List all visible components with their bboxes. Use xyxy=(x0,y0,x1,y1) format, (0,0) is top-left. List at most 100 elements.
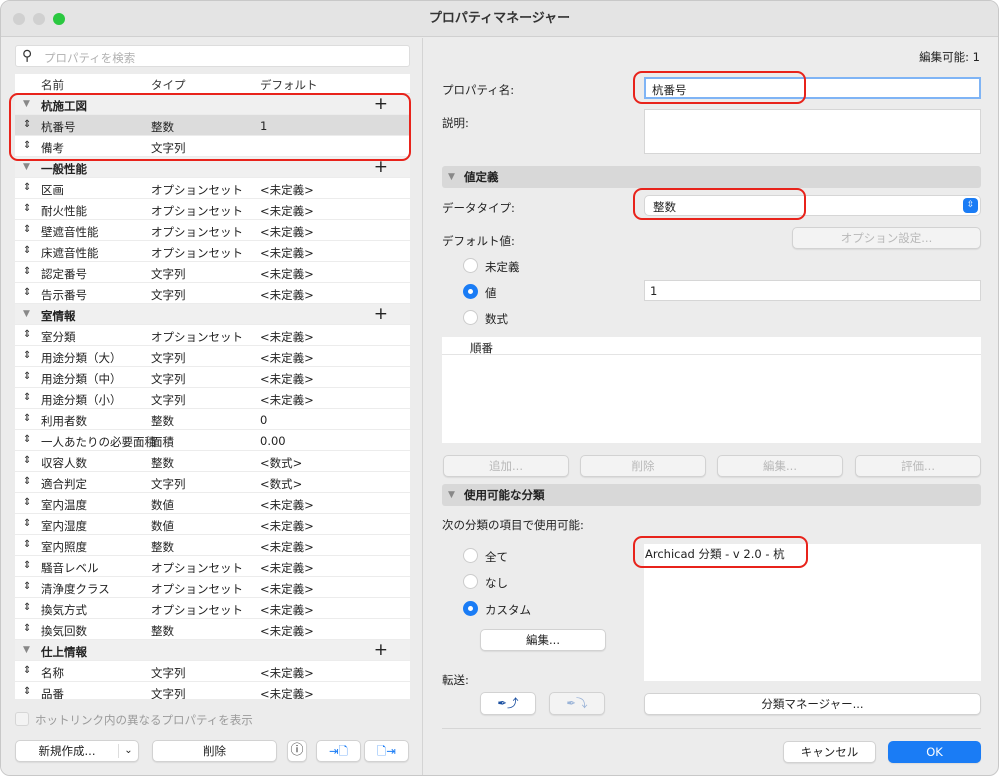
classification-item[interactable]: Archicad 分類 - v 2.0 - 杭 xyxy=(645,547,785,561)
chevron-down-icon[interactable]: ⌄ xyxy=(118,744,138,758)
drag-handle-icon[interactable]: ⇕ xyxy=(23,497,31,508)
table-row[interactable]: ⇕ 利用者数 整数 0 xyxy=(15,409,410,430)
drag-handle-icon[interactable]: ⇕ xyxy=(23,182,31,193)
info-icon[interactable]: ⓘ xyxy=(287,740,307,762)
export-icon[interactable]: 🗋⇥ xyxy=(364,740,409,762)
table-row[interactable]: ⇕ 床遮音性能 オプションセット <未定義> xyxy=(15,241,410,262)
table-row[interactable]: ⇕ 壁遮音性能 オプションセット <未定義> xyxy=(15,220,410,241)
drag-handle-icon[interactable]: ⇕ xyxy=(23,539,31,550)
table-row[interactable]: ⇕ 区画 オプションセット <未定義> xyxy=(15,178,410,199)
ok-button[interactable]: OK xyxy=(888,741,981,763)
drag-handle-icon[interactable]: ⇕ xyxy=(23,455,31,466)
radio-all[interactable] xyxy=(463,548,478,563)
radio-none[interactable] xyxy=(463,574,478,589)
group-row[interactable]: ▼ 一般性能 + xyxy=(15,157,410,178)
drag-handle-icon[interactable]: ⇕ xyxy=(23,371,31,382)
column-name[interactable]: 名前 xyxy=(41,77,64,93)
table-row[interactable]: ⇕ 清浄度クラス オプションセット <未定義> xyxy=(15,577,410,598)
drag-handle-icon[interactable]: ⇕ xyxy=(23,434,31,445)
property-name-input[interactable]: 杭番号 xyxy=(644,77,981,99)
drag-handle-icon[interactable]: ⇕ xyxy=(23,287,31,298)
drag-handle-icon[interactable]: ⇕ xyxy=(23,518,31,529)
zoom-window-button[interactable] xyxy=(53,13,65,25)
disclosure-triangle-icon[interactable]: ▼ xyxy=(23,309,30,319)
table-row[interactable]: ⇕ 一人あたりの必要面積 面積 0.00 xyxy=(15,430,410,451)
drag-handle-icon[interactable]: ⇕ xyxy=(23,119,31,130)
plus-icon[interactable]: + xyxy=(374,640,388,660)
table-row[interactable]: ⇕ 名称 文字列 <未定義> xyxy=(15,661,410,682)
delete-button[interactable]: 削除 xyxy=(152,740,277,762)
import-icon[interactable]: ⇥🗋 xyxy=(316,740,361,762)
drag-handle-icon[interactable]: ⇕ xyxy=(23,686,31,697)
table-row[interactable]: ⇕ 収容人数 整数 <数式> xyxy=(15,451,410,472)
plus-icon[interactable]: + xyxy=(374,94,388,114)
table-row[interactable]: ⇕ 用途分類（中） 文字列 <未定義> xyxy=(15,367,410,388)
drag-handle-icon[interactable]: ⇕ xyxy=(23,203,31,214)
eyedropper-inject-icon[interactable]: ✒⤵ xyxy=(549,692,605,715)
drag-handle-icon[interactable]: ⇕ xyxy=(23,224,31,235)
plus-icon[interactable]: + xyxy=(374,304,388,324)
column-default[interactable]: デフォルト xyxy=(260,77,318,93)
drag-handle-icon[interactable]: ⇕ xyxy=(23,266,31,277)
delete-option-button[interactable]: 削除 xyxy=(580,455,706,477)
disclosure-triangle-icon[interactable]: ▼ xyxy=(23,645,30,655)
cancel-button[interactable]: キャンセル xyxy=(783,741,876,763)
close-window-button[interactable] xyxy=(13,13,25,25)
minimize-window-button[interactable] xyxy=(33,13,45,25)
table-row[interactable]: ⇕ 室分類 オプションセット <未定義> xyxy=(15,325,410,346)
edit-option-button[interactable]: 編集... xyxy=(717,455,843,477)
datatype-select[interactable]: 整数 ⇳ xyxy=(644,195,981,216)
drag-handle-icon[interactable]: ⇕ xyxy=(23,602,31,613)
evaluate-button[interactable]: 評価... xyxy=(855,455,981,477)
table-row[interactable]: ⇕ 室内温度 数値 <未定義> xyxy=(15,493,410,514)
table-row[interactable]: ⇕ 認定番号 文字列 <未定義> xyxy=(15,262,410,283)
disclosure-triangle-icon[interactable]: ▼ xyxy=(23,99,30,109)
plus-icon[interactable]: + xyxy=(374,157,388,177)
radio-custom[interactable] xyxy=(463,601,478,616)
group-row[interactable]: ▼ 杭施工図 + xyxy=(15,94,410,115)
table-row[interactable]: ⇕ 室内照度 整数 <未定義> xyxy=(15,535,410,556)
order-header[interactable]: 順番 xyxy=(442,337,981,355)
table-row[interactable]: ⇕ 告示番号 文字列 <未定義> xyxy=(15,283,410,304)
hotlink-checkbox[interactable] xyxy=(15,712,29,726)
classification-manager-button[interactable]: 分類マネージャー... xyxy=(644,693,981,715)
description-input[interactable] xyxy=(644,109,981,154)
table-row[interactable]: ⇕ 適合判定 文字列 <数式> xyxy=(15,472,410,493)
drag-handle-icon[interactable]: ⇕ xyxy=(23,413,31,424)
drag-handle-icon[interactable]: ⇕ xyxy=(23,140,31,151)
option-settings-button[interactable]: オプション設定... xyxy=(792,227,981,249)
classification-section[interactable]: 使用可能な分類 xyxy=(442,484,981,506)
table-row[interactable]: ⇕ 用途分類（大） 文字列 <未定義> xyxy=(15,346,410,367)
add-button[interactable]: 追加... xyxy=(443,455,569,477)
group-row[interactable]: ▼ 仕上情報 + xyxy=(15,640,410,661)
drag-handle-icon[interactable]: ⇕ xyxy=(23,392,31,403)
drag-handle-icon[interactable]: ⇕ xyxy=(23,476,31,487)
value-definition-section[interactable]: 値定義 xyxy=(442,166,981,188)
disclosure-triangle-icon[interactable]: ▼ xyxy=(23,162,30,172)
drag-handle-icon[interactable]: ⇕ xyxy=(23,581,31,592)
eyedropper-pick-icon[interactable]: ✒⤴ xyxy=(480,692,536,715)
drag-handle-icon[interactable]: ⇕ xyxy=(23,329,31,340)
table-row[interactable]: ⇕ 備考 文字列 xyxy=(15,136,410,157)
edit-classification-button[interactable]: 編集... xyxy=(480,629,606,651)
drag-handle-icon[interactable]: ⇕ xyxy=(23,560,31,571)
table-row[interactable]: ⇕ 換気回数 整数 <未定義> xyxy=(15,619,410,640)
drag-handle-icon[interactable]: ⇕ xyxy=(23,350,31,361)
drag-handle-icon[interactable]: ⇕ xyxy=(23,245,31,256)
table-row[interactable]: ⇕ 品番 文字列 <未定義> xyxy=(15,682,410,699)
radio-value[interactable] xyxy=(463,284,478,299)
drag-handle-icon[interactable]: ⇕ xyxy=(23,665,31,676)
radio-formula[interactable] xyxy=(463,310,478,325)
table-row[interactable]: ⇕ 杭番号 整数 1 xyxy=(15,115,410,136)
value-input[interactable]: 1 xyxy=(644,280,981,301)
new-button[interactable]: 新規作成... ⌄ xyxy=(15,740,139,762)
radio-undefined[interactable] xyxy=(463,258,478,273)
drag-handle-icon[interactable]: ⇕ xyxy=(23,623,31,634)
table-row[interactable]: ⇕ 用途分類（小） 文字列 <未定義> xyxy=(15,388,410,409)
column-type[interactable]: タイプ xyxy=(151,77,186,93)
group-row[interactable]: ▼ 室情報 + xyxy=(15,304,410,325)
table-row[interactable]: ⇕ 換気方式 オプションセット <未定義> xyxy=(15,598,410,619)
search-input[interactable]: ⚲ プロパティを検索 xyxy=(15,45,410,67)
table-row[interactable]: ⇕ 耐火性能 オプションセット <未定義> xyxy=(15,199,410,220)
table-row[interactable]: ⇕ 室内湿度 数値 <未定義> xyxy=(15,514,410,535)
